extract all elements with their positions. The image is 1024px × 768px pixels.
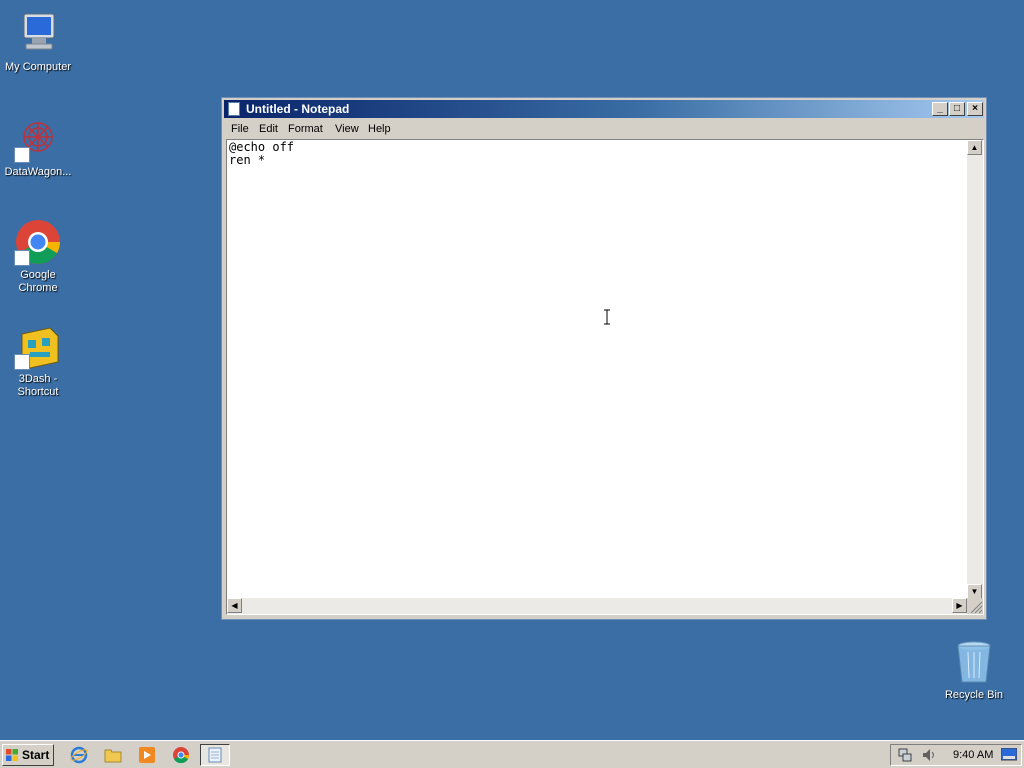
folder-icon[interactable]	[104, 746, 122, 764]
notepad-icon	[228, 102, 240, 116]
scroll-down-button[interactable]: ▼	[967, 584, 982, 599]
taskbar: Start 9:40 AM	[0, 740, 1024, 768]
3dash-icon	[14, 322, 62, 370]
resize-grip[interactable]	[967, 598, 983, 614]
desktop-icon-recycle-bin[interactable]: Recycle Bin	[936, 638, 1012, 702]
shortcut-arrow-icon	[14, 354, 30, 370]
desktop-icon-label: DataWagon...	[4, 166, 72, 178]
menu-edit[interactable]: Edit	[259, 123, 278, 135]
media-player-icon[interactable]	[138, 746, 156, 764]
scroll-right-button[interactable]: ▶	[952, 598, 967, 613]
vertical-scrollbar[interactable]: ▲ ▼	[967, 140, 983, 599]
text-editor[interactable]: @echo off ren * ▲ ▼ ◀ ▶	[226, 139, 984, 615]
windows-logo-icon	[6, 749, 18, 761]
desktop-icon-label: My Computer	[4, 61, 72, 73]
start-label: Start	[22, 748, 50, 762]
maximize-button[interactable]: □	[949, 102, 965, 116]
volume-icon[interactable]	[921, 747, 937, 763]
notepad-window[interactable]: Untitled - Notepad _ □ × File Edit Forma…	[221, 97, 987, 620]
start-button[interactable]: Start	[2, 744, 54, 766]
title-bar[interactable]: Untitled - Notepad _ □ ×	[224, 100, 984, 118]
chrome-icon	[14, 218, 62, 266]
menu-view[interactable]: View	[335, 123, 359, 135]
maximize-icon: □	[953, 103, 961, 114]
network-icon[interactable]	[897, 747, 913, 763]
close-icon: ×	[972, 103, 978, 114]
ibeam-cursor-icon	[603, 309, 611, 325]
desktop-icon-label: 3Dash - Shortcut	[17, 373, 59, 398]
desktop-icon-datawagon[interactable]: DataWagon...	[0, 115, 76, 179]
taskbar-item-notepad[interactable]	[200, 744, 230, 766]
close-button[interactable]: ×	[967, 102, 983, 116]
clock[interactable]: 9:40 AM	[953, 749, 993, 761]
menu-file[interactable]: File	[231, 123, 249, 135]
window-title: Untitled - Notepad	[246, 102, 350, 116]
text-line: ren *	[229, 153, 266, 167]
horizontal-scrollbar[interactable]: ◀ ▶	[227, 598, 967, 614]
notepad-taskbar-icon	[208, 747, 222, 763]
system-tray: 9:40 AM	[890, 744, 1022, 766]
desktop-icon-label: Google Chrome	[18, 269, 58, 294]
menu-bar: File Edit Format View Help	[224, 120, 984, 138]
chrome-taskbar-icon[interactable]	[172, 746, 190, 764]
scroll-up-button[interactable]: ▲	[967, 140, 982, 155]
menu-help[interactable]: Help	[368, 123, 391, 135]
desktop-icon-my-computer[interactable]: My Computer	[0, 10, 76, 74]
internet-explorer-icon[interactable]	[70, 746, 88, 764]
desktop-icon-label: Recycle Bin	[944, 689, 1004, 701]
scroll-left-button[interactable]: ◀	[227, 598, 242, 613]
shortcut-arrow-icon	[14, 147, 30, 163]
menu-format[interactable]: Format	[288, 123, 323, 135]
show-desktop-icon[interactable]	[1001, 748, 1017, 762]
my-computer-icon	[14, 10, 62, 58]
desktop-icon-google-chrome[interactable]: Google Chrome	[0, 218, 76, 295]
minimize-icon: _	[937, 103, 943, 114]
minimize-button[interactable]: _	[932, 102, 948, 116]
shortcut-arrow-icon	[14, 250, 30, 266]
recycle-bin-icon	[950, 638, 998, 686]
datawagon-icon	[14, 115, 62, 163]
desktop-icon-3dash[interactable]: 3Dash - Shortcut	[0, 322, 76, 399]
